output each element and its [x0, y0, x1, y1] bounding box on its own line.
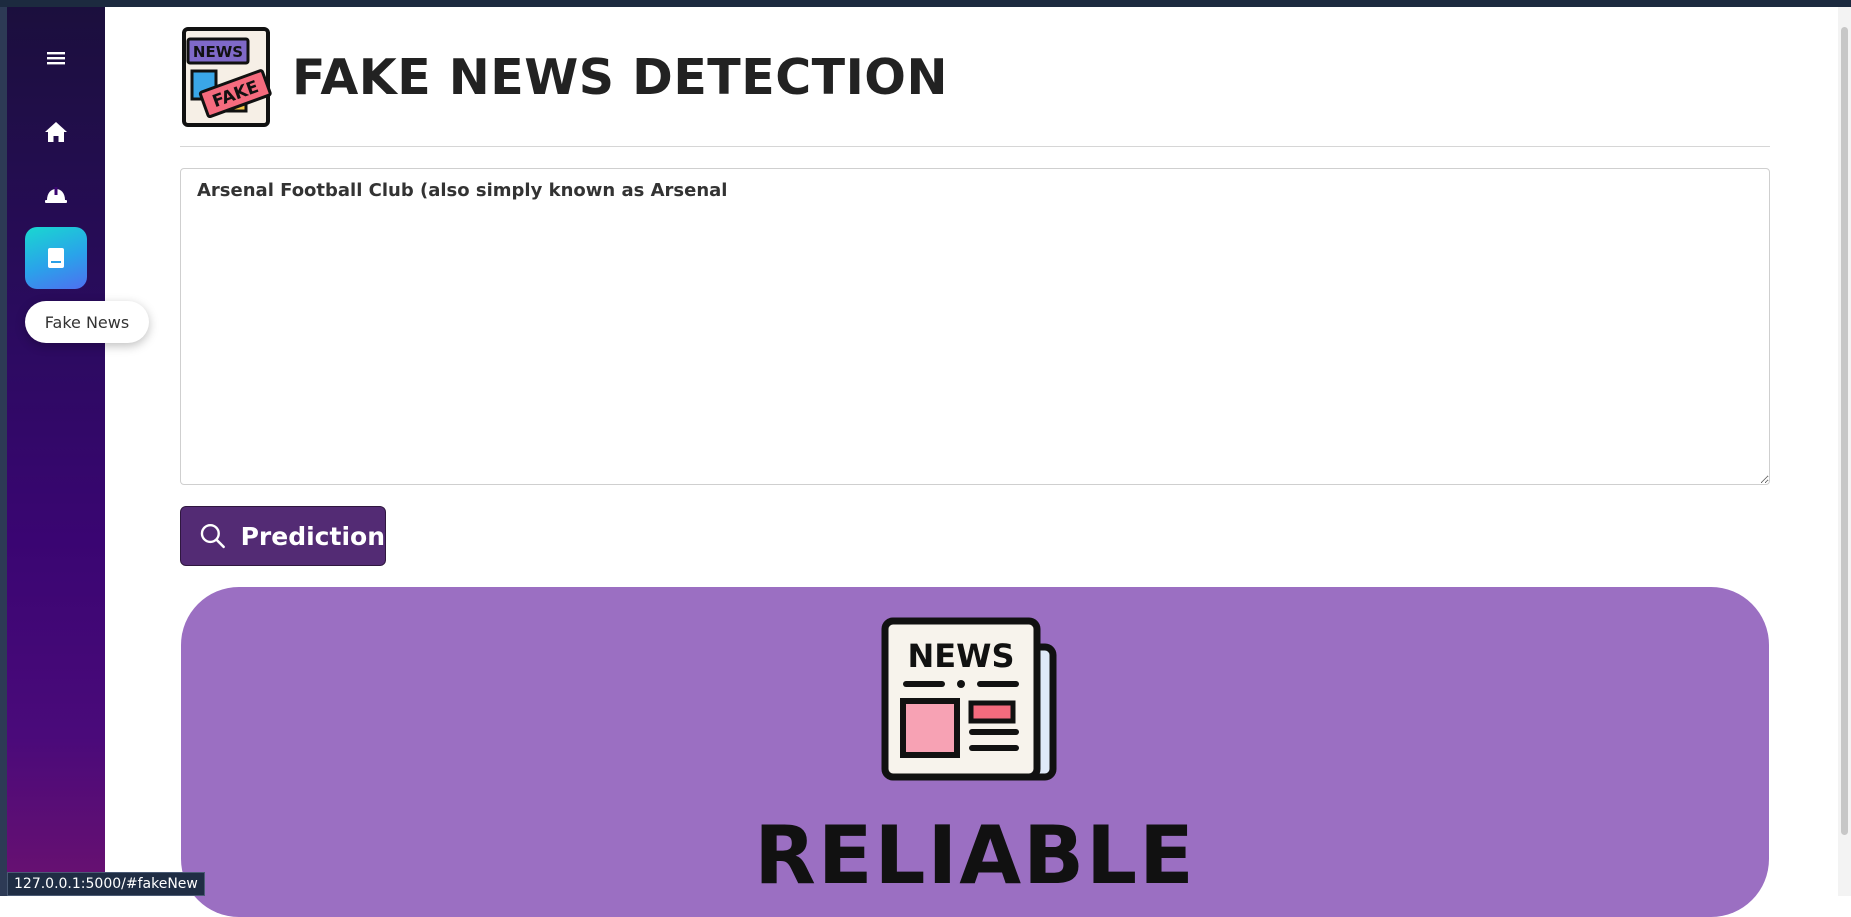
home-icon	[45, 122, 67, 142]
fake-news-logo-icon: NEWS FAKE	[182, 27, 272, 127]
svg-text:NEWS: NEWS	[908, 637, 1015, 675]
book-icon	[48, 248, 64, 268]
prediction-button-label: Prediction	[240, 521, 385, 551]
search-icon	[200, 523, 225, 549]
sidebar-tooltip: Fake News	[25, 301, 149, 343]
status-bar-url: 127.0.0.1:5000/#fakeNew	[7, 872, 205, 896]
window-top-bar	[0, 0, 1851, 7]
window-left-edge	[0, 7, 7, 896]
news-text-input[interactable]: Arsenal Football Club (also simply known…	[180, 168, 1770, 485]
result-panel: NEWS RELIABLE	[181, 587, 1769, 917]
sidebar-item-home[interactable]	[25, 101, 87, 163]
sidebar-item-fake-news[interactable]	[25, 227, 87, 289]
newspaper-icon: NEWS	[881, 617, 1057, 781]
page-header: NEWS FAKE FAKE NEWS DETECTION	[180, 22, 948, 132]
result-label: RELIABLE	[754, 809, 1196, 902]
scrollbar-thumb[interactable]	[1841, 27, 1848, 835]
sidebar-item-hard-hat[interactable]	[25, 164, 87, 226]
menu-icon	[47, 52, 65, 65]
hard-hat-icon	[45, 187, 67, 203]
page-title: FAKE NEWS DETECTION	[292, 48, 948, 106]
prediction-button[interactable]: Prediction	[180, 506, 386, 566]
svg-text:NEWS: NEWS	[193, 43, 243, 61]
sidebar	[7, 7, 105, 896]
header-divider	[180, 146, 1770, 147]
menu-button[interactable]	[25, 27, 87, 89]
scrollbar-track[interactable]	[1838, 7, 1851, 896]
